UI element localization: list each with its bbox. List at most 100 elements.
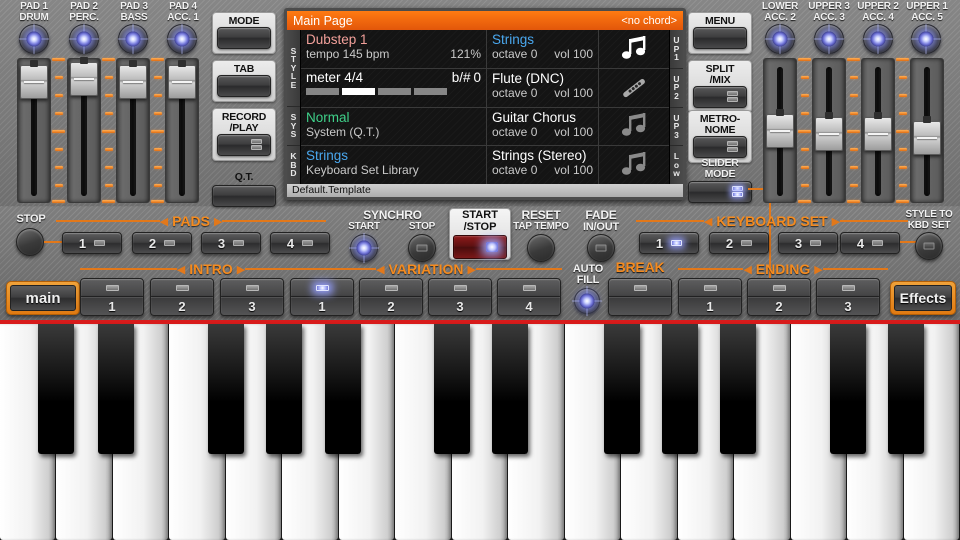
keyboard-set-button-3[interactable]: 3 [778, 232, 838, 254]
upper1-acc5-knob[interactable] [911, 24, 941, 54]
pad-3-knob[interactable] [118, 24, 148, 54]
black-key[interactable] [492, 324, 528, 454]
fade-in-out-knob[interactable] [587, 234, 615, 262]
intro-button-2[interactable]: 2 [150, 278, 214, 316]
pad-button-4[interactable]: 4 [270, 232, 330, 254]
lcd-meter-cell[interactable]: meter 4/4 b/# 0 [301, 69, 487, 107]
black-key[interactable] [662, 324, 698, 454]
lcd-style-cell[interactable]: Dubstep 1 tempo 145 bpm 121% [301, 30, 487, 68]
metronome-button-face[interactable] [693, 136, 747, 158]
slider-handle[interactable] [913, 121, 941, 155]
record-play-button[interactable]: RECORD /PLAY [212, 108, 276, 161]
pad-button-2[interactable]: 2 [132, 232, 192, 254]
black-key[interactable] [830, 324, 866, 454]
auto-fill-knob[interactable] [574, 288, 600, 314]
white-keys[interactable] [0, 324, 960, 540]
stop-knob[interactable] [16, 228, 44, 256]
synchro-stop-knob[interactable] [408, 234, 436, 262]
slider-upper1[interactable] [910, 58, 944, 203]
intro-button-1[interactable]: 1 [80, 278, 144, 316]
slider-handle[interactable] [815, 117, 843, 151]
ending-button-3[interactable]: 3 [816, 278, 880, 316]
variation-button-4[interactable]: 4 [497, 278, 561, 316]
split-mix-button-face[interactable] [693, 86, 747, 108]
black-key[interactable] [208, 324, 244, 454]
lcd-row-system[interactable]: Normal System (Q.T.) Guitar Chorus octav… [301, 108, 669, 147]
slider-handle[interactable] [70, 62, 98, 96]
metronome-label: METRO- NOME [693, 114, 747, 136]
pad-4-knob[interactable] [167, 24, 197, 54]
ending-2-label: 2 [748, 297, 810, 315]
lcd-lower-cell[interactable]: Strings (Stereo) octave 0 vol 100 [487, 146, 599, 184]
keyboard-set-button-1[interactable]: 1 [639, 232, 699, 254]
black-key[interactable] [325, 324, 361, 454]
slider-pad-2[interactable] [67, 58, 101, 203]
variation-button-3[interactable]: 3 [428, 278, 492, 316]
qt-button[interactable]: Q.T. [212, 172, 276, 207]
slider-pad-4[interactable] [165, 58, 199, 203]
slider-handle[interactable] [864, 117, 892, 151]
lcd-kbdset-cell[interactable]: Strings Keyboard Set Library [301, 146, 487, 184]
upper1-params: octave 0 vol 100 [492, 47, 593, 61]
slider-handle[interactable] [766, 114, 794, 148]
mode-button[interactable]: MODE [212, 12, 276, 54]
black-key[interactable] [98, 324, 134, 454]
lcd-row-style-tempo[interactable]: Dubstep 1 tempo 145 bpm 121% Strings oct… [301, 30, 669, 69]
lcd-upper2-cell[interactable]: Flute (DNC) octave 0 vol 100 [487, 69, 599, 107]
piano-keyboard[interactable] [0, 320, 960, 540]
slider-handle[interactable] [20, 65, 48, 99]
pad-1-knob[interactable] [19, 24, 49, 54]
tab-button-face[interactable] [217, 75, 271, 97]
keyboard-set-button-2[interactable]: 2 [709, 232, 769, 254]
black-key[interactable] [720, 324, 756, 454]
slider-upper2[interactable] [861, 58, 895, 203]
pad-button-1[interactable]: 1 [62, 232, 122, 254]
black-key[interactable] [38, 324, 74, 454]
start-stop-button[interactable]: START /STOP [449, 208, 511, 260]
main-button[interactable]: main [6, 281, 80, 315]
slider-upper3[interactable] [812, 58, 846, 203]
slider-pad-3[interactable] [116, 58, 150, 203]
lower-acc2-knob[interactable] [765, 24, 795, 54]
slider-handle[interactable] [168, 65, 196, 99]
start-stop-button-face[interactable] [453, 235, 507, 259]
split-mix-button[interactable]: SPLIT /MIX [688, 60, 752, 113]
ending-button-2[interactable]: 2 [747, 278, 811, 316]
mode-button-face[interactable] [217, 27, 271, 49]
black-key[interactable] [888, 324, 924, 454]
synchro-start-knob[interactable] [350, 234, 378, 262]
variation-button-2[interactable]: 2 [359, 278, 423, 316]
lcd-row-keyboard-set[interactable]: Strings Keyboard Set Library Strings (St… [301, 146, 669, 184]
effects-button[interactable]: Effects [890, 281, 956, 315]
record-play-button-face[interactable] [217, 134, 271, 156]
lcd-upper3-cell[interactable]: Guitar Chorus octave 0 vol 100 [487, 108, 599, 146]
metronome-button[interactable]: METRO- NOME [688, 110, 752, 163]
ending-button-1[interactable]: 1 [678, 278, 742, 316]
style-to-kbd-set-knob[interactable] [915, 232, 943, 260]
slider-lower[interactable] [763, 58, 797, 203]
menu-button[interactable]: MENU [688, 12, 752, 54]
upper3-acc3-knob[interactable] [814, 24, 844, 54]
reset-tap-tempo-knob[interactable] [527, 234, 555, 262]
qt-button-face[interactable] [212, 185, 276, 207]
slider-pad-1[interactable] [17, 58, 51, 203]
black-key[interactable] [434, 324, 470, 454]
lcd-row-meter[interactable]: meter 4/4 b/# 0 [301, 69, 669, 108]
lcd-display[interactable]: Main Page <no chord> STYLE SYS KBD [284, 8, 686, 200]
intro-button-3[interactable]: 3 [220, 278, 284, 316]
break-button[interactable] [608, 278, 672, 316]
lcd-system-cell[interactable]: Normal System (Q.T.) [301, 108, 487, 146]
slider-handle[interactable] [119, 65, 147, 99]
black-key[interactable] [604, 324, 640, 454]
variation-button-1[interactable]: 1 [290, 278, 354, 316]
menu-button-face[interactable] [693, 27, 747, 49]
tab-button[interactable]: TAB [212, 60, 276, 102]
slider-mode-button-face[interactable] [688, 181, 752, 203]
slider-mode-button[interactable]: SLIDER MODE [688, 158, 752, 203]
pad-2-knob[interactable] [69, 24, 99, 54]
keyboard-set-button-4[interactable]: 4 [840, 232, 900, 254]
lcd-upper1-cell[interactable]: Strings octave 0 vol 100 [487, 30, 599, 68]
black-key[interactable] [266, 324, 302, 454]
pad-button-3[interactable]: 3 [201, 232, 261, 254]
upper2-acc4-knob[interactable] [863, 24, 893, 54]
